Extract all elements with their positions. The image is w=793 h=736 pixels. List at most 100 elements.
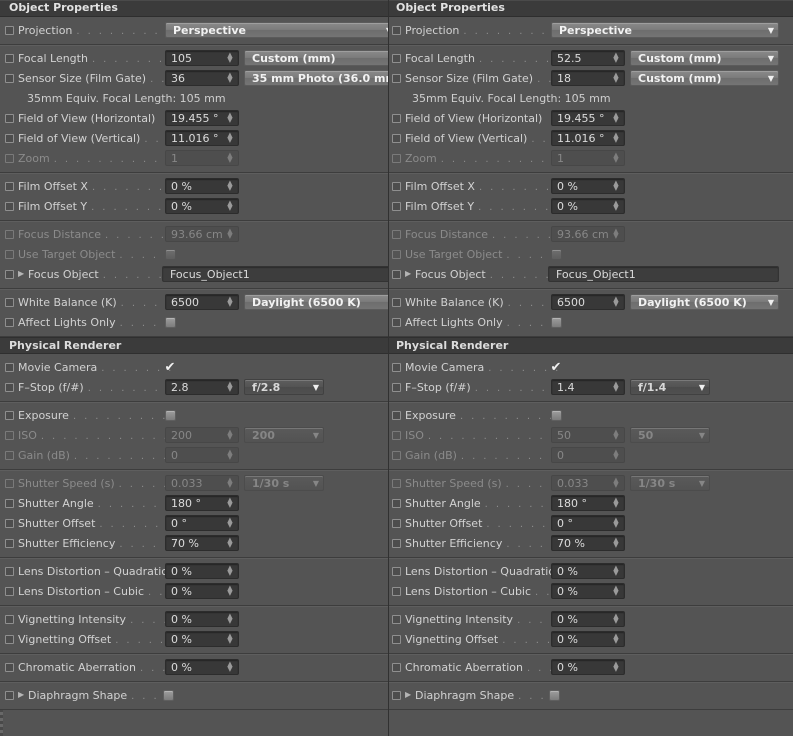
anim-track-icon[interactable] xyxy=(5,498,14,508)
spinner-icon[interactable]: ▲ ▼ xyxy=(610,381,622,393)
spinner-icon[interactable]: ▲ ▼ xyxy=(610,180,622,192)
row-vignetting-offset-right[interactable]: Vignetting Offset. . . . . . . . . . . .… xyxy=(389,629,793,649)
anim-track-icon[interactable] xyxy=(392,113,401,123)
fstop-preset-dropdown-left[interactable]: f/2.8 ▼ xyxy=(244,379,324,395)
shutter-angle-field-right[interactable]: 180 ° ▲ ▼ xyxy=(551,495,625,511)
spinner-icon[interactable]: ▲ ▼ xyxy=(224,537,236,549)
row-projection-right[interactable]: Projection. . . . . . . . . . . . . . . … xyxy=(389,20,793,40)
shutter-efficiency-field-left[interactable]: 70 % ▲ ▼ xyxy=(165,535,239,551)
anim-track-icon[interactable] xyxy=(5,566,14,576)
lens-distortion-quadratic-field-left[interactable]: 0 % ▲ ▼ xyxy=(165,563,239,579)
spinner-icon[interactable]: ▲ ▼ xyxy=(224,633,236,645)
fov-horizontal-field-left[interactable]: 19.455 ° ▲ ▼ xyxy=(165,110,239,126)
sensor-size-field-right[interactable]: 18 ▲ ▼ xyxy=(551,70,625,86)
focal-length-field-right[interactable]: 52.5 ▲ ▼ xyxy=(551,50,625,66)
movie-camera-checkbox-right[interactable]: ✔ xyxy=(549,361,563,374)
spinner-icon[interactable]: ▲ ▼ xyxy=(610,200,622,212)
row-white-balance-left[interactable]: White Balance (K). . . . . . . . . . . .… xyxy=(0,292,388,312)
expand-arrow-icon[interactable]: ▶ xyxy=(18,691,26,699)
row-vignetting-offset-left[interactable]: Vignetting Offset. . . . . . . . . . . .… xyxy=(0,629,388,649)
shutter-angle-field-left[interactable]: 180 ° ▲ ▼ xyxy=(165,495,239,511)
film-offset-x-field-right[interactable]: 0 % ▲ ▼ xyxy=(551,178,625,194)
expand-arrow-icon[interactable]: ▶ xyxy=(405,270,413,278)
white-balance-preset-dropdown-left[interactable]: Daylight (6500 K) xyxy=(244,294,388,310)
row-fov-horizontal-right[interactable]: Field of View (Horizontal) 19.455 ° ▲ ▼ xyxy=(389,108,793,128)
spinner-icon[interactable]: ▲ ▼ xyxy=(610,633,622,645)
anim-track-icon[interactable] xyxy=(392,362,401,372)
sensor-size-field-left[interactable]: 36 ▲ ▼ xyxy=(165,70,239,86)
anim-track-icon[interactable] xyxy=(392,410,401,420)
row-exposure-right[interactable]: Exposure. . . . . . . . . . . . . . . . … xyxy=(389,405,793,425)
spinner-icon[interactable]: ▲ ▼ xyxy=(224,200,236,212)
fov-horizontal-field-right[interactable]: 19.455 ° ▲ ▼ xyxy=(551,110,625,126)
vignetting-intensity-field-right[interactable]: 0 % ▲ ▼ xyxy=(551,611,625,627)
film-offset-x-field-left[interactable]: 0 % ▲ ▼ xyxy=(165,178,239,194)
focal-length-preset-dropdown-right[interactable]: Custom (mm) ▼ xyxy=(630,50,779,66)
row-fstop-left[interactable]: F–Stop (f/#). . . . . . . . . . . . . . … xyxy=(0,377,388,397)
row-movie-camera-right[interactable]: Movie Camera. . . . . . . . . . . . . . … xyxy=(389,357,793,377)
anim-track-icon[interactable] xyxy=(5,113,14,123)
anim-track-icon[interactable] xyxy=(392,518,401,528)
spinner-icon[interactable]: ▲ ▼ xyxy=(224,661,236,673)
affect-lights-only-checkbox-right[interactable] xyxy=(551,316,562,328)
spinner-icon[interactable]: ▲ ▼ xyxy=(610,517,622,529)
spinner-icon[interactable]: ▲ ▼ xyxy=(610,132,622,144)
fov-vertical-field-right[interactable]: 11.016 ° ▲ ▼ xyxy=(551,130,625,146)
sensor-size-preset-dropdown-left[interactable]: 35 mm Photo (36.0 mm) xyxy=(244,70,388,86)
fov-vertical-field-left[interactable]: 11.016 ° ▲ ▼ xyxy=(165,130,239,146)
row-focus-object-right[interactable]: ▶ Focus Object. . . . . . . . . . . . . … xyxy=(389,264,793,284)
anim-track-icon[interactable] xyxy=(5,634,14,644)
anim-track-icon[interactable] xyxy=(392,53,401,63)
row-focal-length-right[interactable]: Focal Length. . . . . . . . . . . . . . … xyxy=(389,48,793,68)
affect-lights-only-checkbox-left[interactable] xyxy=(165,316,176,328)
anim-track-icon[interactable] xyxy=(5,662,14,672)
spinner-icon[interactable]: ▲ ▼ xyxy=(224,381,236,393)
spinner-icon[interactable]: ▲ ▼ xyxy=(224,613,236,625)
projection-dropdown-right[interactable]: Perspective ▼ xyxy=(551,22,779,38)
anim-track-icon[interactable] xyxy=(5,362,14,372)
row-lens-distortion-quadratic-right[interactable]: Lens Distortion – Quadratic 0 % ▲ ▼ xyxy=(389,561,793,581)
anim-track-icon[interactable] xyxy=(5,181,14,191)
anim-track-icon[interactable] xyxy=(5,73,14,83)
anim-track-icon[interactable] xyxy=(5,690,14,700)
chromatic-aberration-field-right[interactable]: 0 % ▲ ▼ xyxy=(551,659,625,675)
spinner-icon[interactable]: ▲ ▼ xyxy=(224,565,236,577)
row-diaphragm-shape-right[interactable]: ▶ Diaphragm Shape. . . . . . . . . . . .… xyxy=(389,685,793,705)
vignetting-intensity-field-left[interactable]: 0 % ▲ ▼ xyxy=(165,611,239,627)
focal-length-preset-dropdown-left[interactable]: Custom (mm) xyxy=(244,50,388,66)
film-offset-y-field-left[interactable]: 0 % ▲ ▼ xyxy=(165,198,239,214)
spinner-icon[interactable]: ▲ ▼ xyxy=(610,661,622,673)
lens-distortion-cubic-field-right[interactable]: 0 % ▲ ▼ xyxy=(551,583,625,599)
spinner-icon[interactable]: ▲ ▼ xyxy=(224,517,236,529)
row-white-balance-right[interactable]: White Balance (K). . . . . . . . . . . .… xyxy=(389,292,793,312)
row-vignetting-intensity-right[interactable]: Vignetting Intensity. . . . . . . . . . … xyxy=(389,609,793,629)
anim-track-icon[interactable] xyxy=(5,133,14,143)
anim-track-icon[interactable] xyxy=(5,201,14,211)
anim-track-icon[interactable] xyxy=(392,614,401,624)
row-lens-distortion-cubic-left[interactable]: Lens Distortion – Cubic. . . . . . . . .… xyxy=(0,581,388,601)
spinner-icon[interactable]: ▲ ▼ xyxy=(610,585,622,597)
spinner-icon[interactable]: ▲ ▼ xyxy=(610,537,622,549)
white-balance-preset-dropdown-right[interactable]: Daylight (6500 K) ▼ xyxy=(630,294,779,310)
diaphragm-shape-checkbox-right[interactable] xyxy=(549,689,560,701)
spinner-icon[interactable]: ▲ ▼ xyxy=(610,112,622,124)
row-fstop-right[interactable]: F–Stop (f/#). . . . . . . . . . . . . . … xyxy=(389,377,793,397)
spinner-icon[interactable]: ▲ ▼ xyxy=(224,180,236,192)
focus-object-link-field-left[interactable]: Focus_Object1 xyxy=(162,266,388,282)
row-lens-distortion-quadratic-left[interactable]: Lens Distortion – Quadratic 0 % ▲ ▼ xyxy=(0,561,388,581)
row-focal-length-left[interactable]: Focal Length. . . . . . . . . . . . . . … xyxy=(0,48,388,68)
anim-track-icon[interactable] xyxy=(5,317,14,327)
row-film-offset-y-left[interactable]: Film Offset Y. . . . . . . . . . . . . .… xyxy=(0,196,388,216)
spinner-icon[interactable]: ▲ ▼ xyxy=(224,52,236,64)
shutter-offset-field-left[interactable]: 0 ° ▲ ▼ xyxy=(165,515,239,531)
row-diaphragm-shape-left[interactable]: ▶ Diaphragm Shape. . . . . . . . . . . .… xyxy=(0,685,388,705)
anim-track-icon[interactable] xyxy=(392,586,401,596)
expand-arrow-icon[interactable]: ▶ xyxy=(405,691,413,699)
spinner-icon[interactable]: ▲ ▼ xyxy=(224,112,236,124)
fstop-preset-dropdown-right[interactable]: f/1.4 ▼ xyxy=(630,379,710,395)
anim-track-icon[interactable] xyxy=(5,53,14,63)
spinner-icon[interactable]: ▲ ▼ xyxy=(610,52,622,64)
spinner-icon[interactable]: ▲ ▼ xyxy=(224,585,236,597)
anim-track-icon[interactable] xyxy=(392,297,401,307)
anim-track-icon[interactable] xyxy=(5,382,14,392)
